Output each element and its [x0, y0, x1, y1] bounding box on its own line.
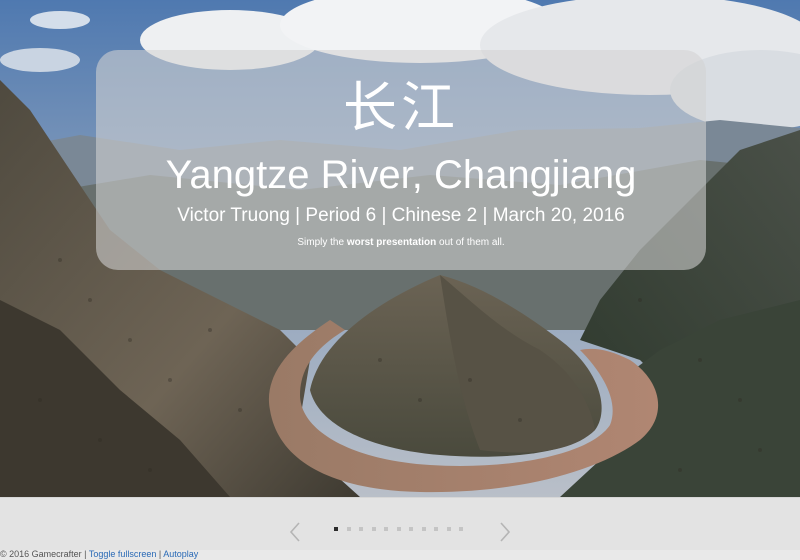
byline: Victor Truong | Period 6 | Chinese 2 | M…	[177, 205, 625, 226]
chevron-left-icon	[289, 522, 300, 542]
tagline-emphasis: worst presentation	[346, 237, 437, 248]
footer: © 2016 Gamecrafter | Toggle fullscreen |…	[0, 549, 800, 560]
pagination-dot[interactable]	[346, 527, 351, 531]
pagination-dot[interactable]	[409, 527, 413, 531]
pagination-dot[interactable]	[459, 527, 463, 531]
pagination-dot[interactable]	[421, 527, 426, 531]
title-card: 长江 Yangtze River, Changjiang Victor Truo…	[96, 50, 706, 270]
slide-controls-bar	[0, 497, 800, 550]
copyright-text: © 2016 Gamecrafter	[0, 549, 82, 559]
pagination-dot[interactable]	[334, 527, 338, 531]
tagline: Simply the worst presentation out of the…	[96, 236, 706, 250]
footer-separator: |	[81, 549, 89, 559]
pagination-dot[interactable]	[434, 527, 438, 531]
prev-slide-button[interactable]	[287, 522, 305, 542]
toggle-fullscreen-link[interactable]: Toggle fullscreen	[89, 549, 157, 559]
next-slide-button[interactable]	[496, 522, 514, 542]
english-title: Yangtze River, Changjiang	[165, 153, 637, 197]
pagination-dot[interactable]	[384, 527, 388, 531]
pagination-dot[interactable]	[359, 527, 363, 531]
pagination-dot[interactable]	[371, 527, 376, 531]
tagline-suffix: out of them all.	[436, 237, 505, 248]
chinese-title: 长江	[343, 76, 459, 139]
tagline-prefix: Simply the	[297, 237, 347, 248]
slide-viewport: 长江 Yangtze River, Changjiang Victor Truo…	[0, 0, 800, 497]
pagination-dot[interactable]	[446, 527, 451, 531]
chevron-right-icon	[500, 522, 511, 542]
autoplay-link[interactable]: Autoplay	[163, 549, 198, 559]
pagination-dot[interactable]	[396, 527, 401, 531]
